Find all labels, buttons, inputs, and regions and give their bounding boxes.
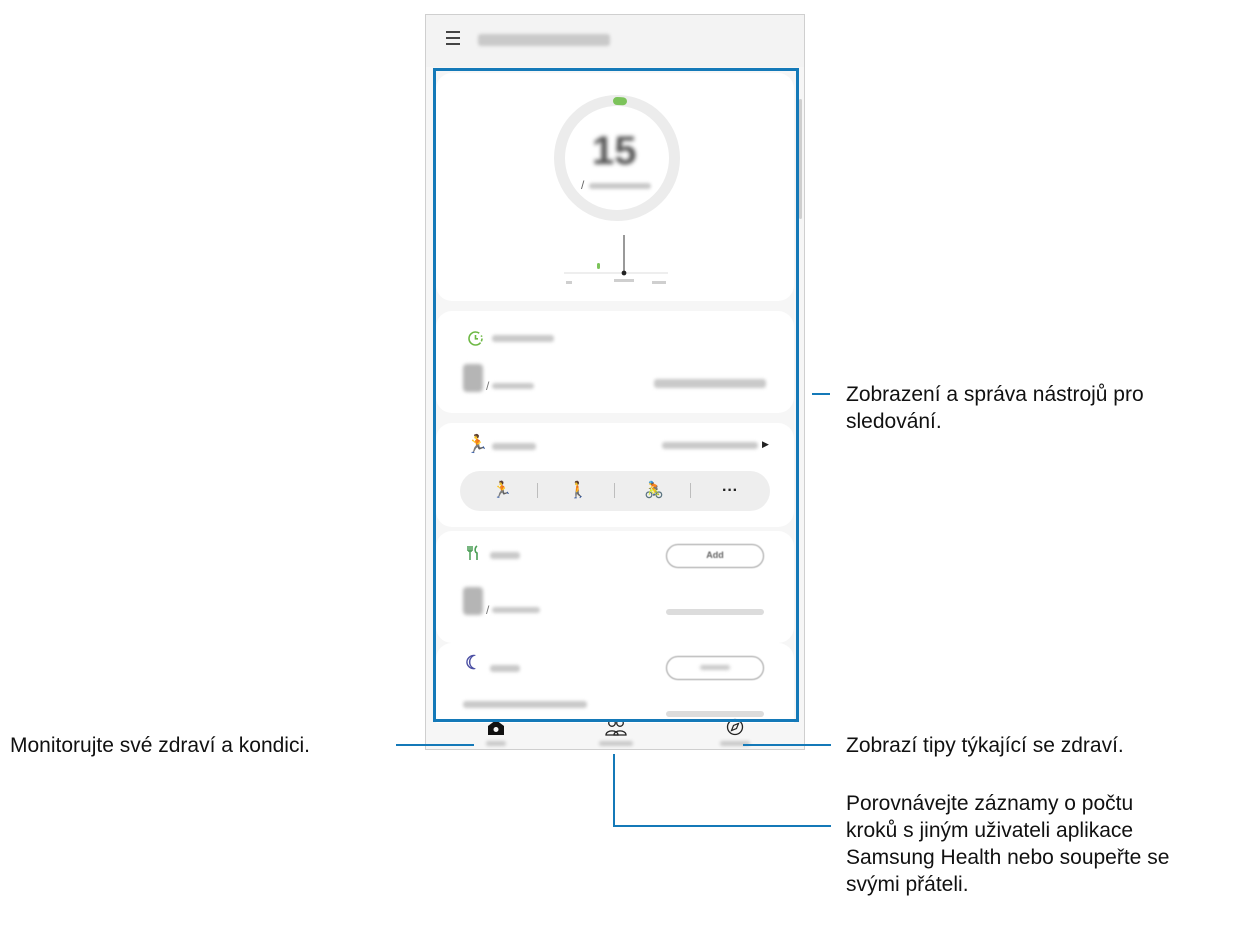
running-icon: 🏃: [466, 434, 489, 454]
active-time-separator: /: [486, 379, 490, 393]
people-icon: [605, 719, 627, 736]
compass-icon: [726, 718, 744, 736]
exercise-title: [492, 443, 536, 450]
more-icon[interactable]: ···: [710, 480, 750, 502]
fork-knife-icon: [466, 545, 480, 564]
callout-home: Monitorujte své zdraví a kondici.: [10, 734, 310, 757]
exercise-history-link[interactable]: [662, 442, 758, 449]
active-time-value: [463, 364, 483, 392]
chevron-right-icon[interactable]: ▶: [762, 439, 769, 450]
quick-exercise-bar: 🏃 🚶 🚴 ···: [460, 471, 770, 511]
active-time-range: [654, 379, 766, 388]
trackers-leader-horizontal: [812, 393, 830, 395]
steps-separator: /: [581, 178, 585, 192]
steps-timeline-graph: [564, 235, 668, 284]
home-icon: [488, 720, 504, 735]
nav-together[interactable]: [581, 719, 651, 746]
discover-leader-line: [743, 744, 831, 746]
active-time-card[interactable]: /: [436, 311, 794, 413]
active-time-goal: [492, 383, 534, 389]
phone-screen: 15 / / 🏃 ▶ 🏃 🚶 🚴 ··· Add / ☾: [425, 14, 805, 750]
home-leader-line: [396, 744, 474, 746]
app-bar: [426, 15, 804, 67]
food-calories-value: [463, 587, 483, 615]
activity-cycling-icon[interactable]: 🚴: [634, 480, 674, 502]
sleep-progress: [666, 711, 764, 717]
food-title: [490, 552, 520, 559]
together-leader-vertical: [613, 754, 615, 826]
sleep-record-button[interactable]: [666, 656, 764, 680]
scrollbar[interactable]: [799, 99, 802, 219]
nav-discover[interactable]: [700, 718, 770, 746]
hamburger-menu-icon[interactable]: [446, 31, 460, 45]
nav-together-label: [599, 741, 633, 746]
food-progress: [666, 609, 764, 615]
timer-icon: [466, 329, 484, 350]
exercise-card[interactable]: 🏃 ▶ 🏃 🚶 🚴 ···: [436, 423, 794, 527]
activity-running-icon[interactable]: 🏃: [482, 480, 522, 502]
food-separator: /: [486, 603, 490, 617]
active-time-title: [492, 335, 554, 342]
steps-ring: 15 /: [554, 95, 680, 221]
add-food-button[interactable]: Add: [666, 544, 764, 568]
moon-icon: ☾: [465, 653, 483, 674]
together-leader-horizontal: [613, 825, 831, 827]
activity-walking-icon[interactable]: 🚶: [558, 480, 598, 502]
callout-together: Porovnávejte záznamy o počtu kroků s jin…: [846, 792, 1170, 896]
sleep-title: [490, 665, 520, 672]
nav-home-label: [486, 741, 506, 746]
food-goal: [492, 607, 540, 613]
nav-home[interactable]: [461, 720, 531, 746]
callout-trackers: Zobrazení a správa nástrojů pro sledován…: [846, 383, 1144, 433]
steps-count: 15: [592, 129, 637, 173]
sleep-prompt: [463, 701, 587, 708]
app-title: [478, 34, 610, 46]
steps-goal: [589, 183, 651, 189]
callout-discover: Zobrazí tipy týkající se zdraví.: [846, 734, 1124, 757]
steps-card[interactable]: 15 /: [436, 73, 794, 301]
food-card[interactable]: Add /: [436, 531, 794, 643]
